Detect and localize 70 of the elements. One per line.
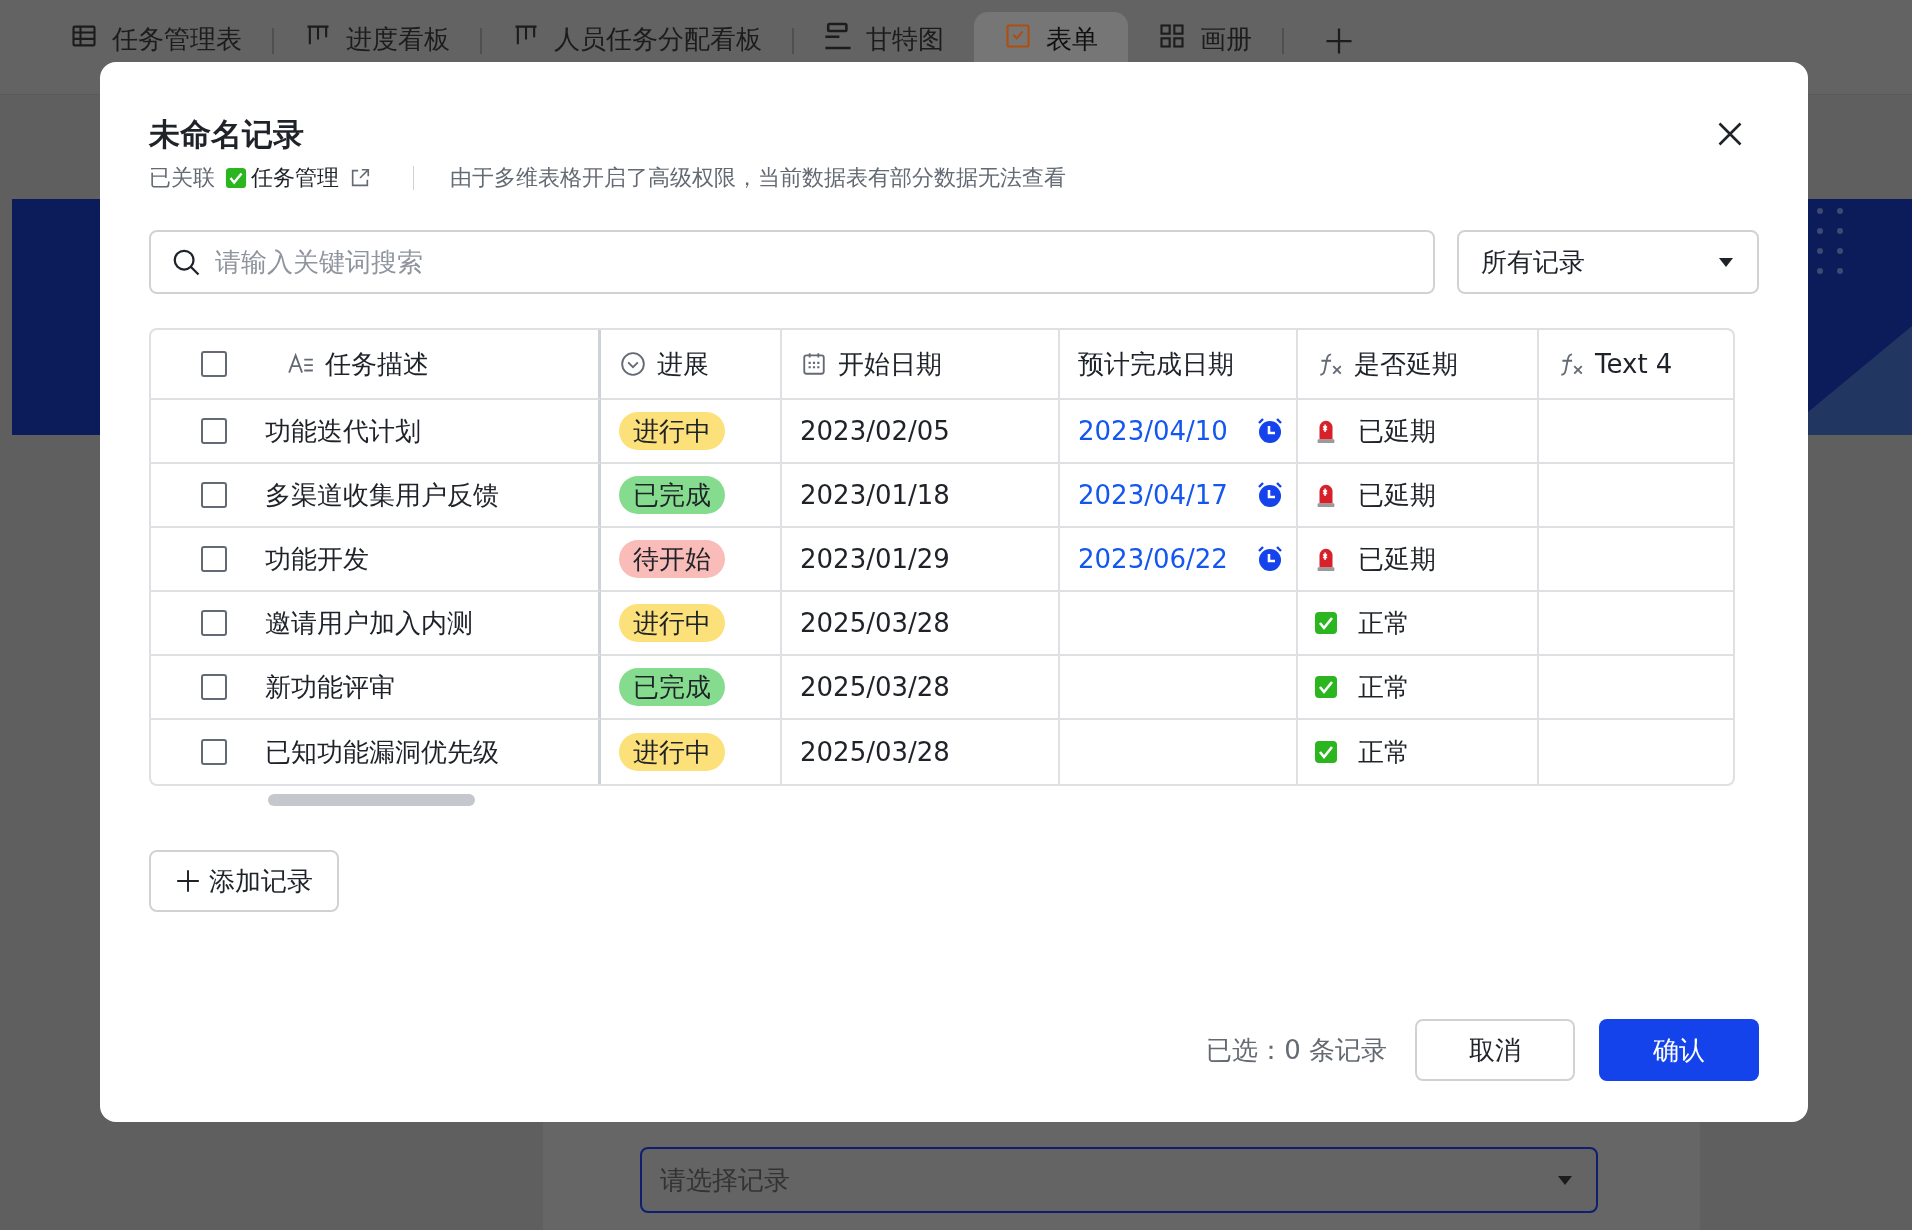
table-cell: 2025/03/28 xyxy=(800,608,950,638)
cancel-button[interactable]: 取消 xyxy=(1415,1019,1575,1081)
status-tag: 进行中 xyxy=(619,733,725,771)
status-tag: 进行中 xyxy=(619,604,725,642)
table-cell-text: 邀请用户加入内测 xyxy=(265,606,473,640)
caret-icon xyxy=(1556,1174,1574,1186)
check-mark-icon xyxy=(225,167,247,189)
linked-label: 已关联 xyxy=(149,164,215,192)
due-date: 2023/06/22 xyxy=(1078,544,1228,574)
table-cell-text: 功能开发 xyxy=(265,542,369,576)
search-field[interactable]: 请输入关键词搜索 xyxy=(149,230,1435,294)
table-cell-text: 功能迭代计划 xyxy=(265,414,421,448)
table-cell: 2023/01/18 xyxy=(800,480,950,510)
gantt-icon xyxy=(824,22,852,50)
checkbox[interactable] xyxy=(201,739,227,765)
check-mark-icon xyxy=(1314,739,1338,765)
table-cell: 2023/02/05 xyxy=(800,416,950,446)
check-mark-icon xyxy=(1314,610,1338,636)
column-header[interactable]: 开始日期 xyxy=(838,346,942,382)
checkbox[interactable] xyxy=(201,418,227,444)
table-cell: 2025/03/28 xyxy=(800,737,950,767)
status-tag: 已完成 xyxy=(619,668,725,706)
due-date: 2023/04/10 xyxy=(1078,416,1228,446)
permission-notice: 由于多维表格开启了高级权限，当前数据表有部分数据无法查看 xyxy=(450,164,1066,192)
gallery-icon xyxy=(1158,22,1186,50)
checkbox[interactable] xyxy=(201,482,227,508)
close-icon xyxy=(1716,120,1744,148)
dropdown-circle-icon xyxy=(619,351,647,377)
column-header[interactable]: 进展 xyxy=(657,346,709,382)
checkbox[interactable] xyxy=(201,674,227,700)
selected-count: 已选：0 条记录 xyxy=(1206,1033,1387,1067)
alarm-clock-icon xyxy=(1256,481,1284,509)
form-icon xyxy=(1004,22,1032,50)
table-cell-text: 正常 xyxy=(1358,735,1410,769)
table-cell-text: 正常 xyxy=(1358,606,1410,640)
dialog-title: 未命名记录 xyxy=(149,115,304,154)
linked-table-link[interactable]: 任务管理 xyxy=(251,163,339,193)
table-cell-text: 已延期 xyxy=(1358,542,1436,576)
add-view-icon[interactable] xyxy=(1324,26,1354,56)
table-cell-text: 多渠道收集用户反馈 xyxy=(265,478,499,512)
column-header[interactable]: 任务描述 xyxy=(325,346,429,382)
table-cell-text: 正常 xyxy=(1358,670,1410,704)
alarm-clock-icon xyxy=(1256,417,1284,445)
column-header[interactable]: 预计完成日期 xyxy=(1078,346,1234,382)
status-tag: 进行中 xyxy=(619,412,725,450)
confirm-button[interactable]: 确认 xyxy=(1599,1019,1759,1081)
check-mark-icon xyxy=(1314,674,1338,700)
column-header[interactable]: Text 4 xyxy=(1595,349,1673,379)
table-cell-text: 已延期 xyxy=(1358,478,1436,512)
status-tag: 待开始 xyxy=(619,540,725,578)
table-cell-text: 新功能评审 xyxy=(265,670,395,704)
due-date: 2023/04/17 xyxy=(1078,480,1228,510)
table-cell: 2025/03/28 xyxy=(800,672,950,702)
checkbox[interactable] xyxy=(201,546,227,572)
table-cell-text: 已延期 xyxy=(1358,414,1436,448)
table-cell: 2023/01/29 xyxy=(800,544,950,574)
checkbox[interactable] xyxy=(201,610,227,636)
column-header[interactable]: 是否延期 xyxy=(1354,346,1458,382)
scrollbar[interactable] xyxy=(268,794,475,806)
calendar-icon xyxy=(800,351,828,377)
caret-icon xyxy=(1717,256,1735,268)
record-filter-dropdown[interactable]: 所有记录 xyxy=(1457,230,1759,294)
table-cell-text: 已知功能漏洞优先级 xyxy=(265,735,499,769)
status-tag: 已完成 xyxy=(619,476,725,514)
search-icon xyxy=(171,247,201,277)
checkbox[interactable] xyxy=(201,351,227,377)
external-link-icon[interactable] xyxy=(349,167,371,189)
alarm-clock-icon xyxy=(1256,545,1284,573)
plus-icon xyxy=(175,868,201,894)
add-record-button[interactable]: 添加记录 xyxy=(149,850,339,912)
